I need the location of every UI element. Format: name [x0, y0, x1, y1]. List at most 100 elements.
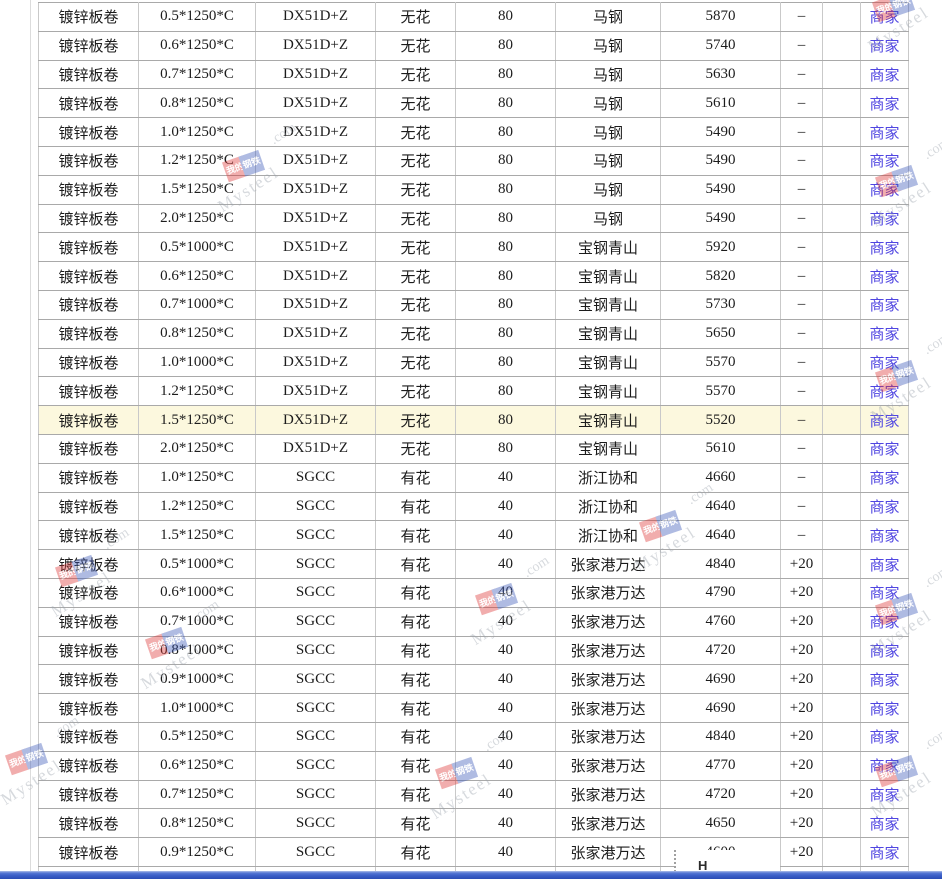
cell-spangle: 无花: [376, 319, 456, 348]
table-row: 镀锌板卷0.5*1000*CDX51D+Z无花80宝钢青山5920–商家: [39, 233, 909, 262]
cell-spangle: 有花: [376, 722, 456, 751]
cell-spec: 0.5*1250*C: [139, 3, 256, 32]
cell-price: 5820: [661, 262, 781, 291]
table-row: 镀锌板卷0.7*1250*CDX51D+Z无花80马钢5630–商家: [39, 60, 909, 89]
cell-product: 镀锌板卷: [39, 233, 139, 262]
cell-material: DX51D+Z: [256, 3, 376, 32]
cell-mill: 宝钢青山: [556, 233, 661, 262]
cell-product: 镀锌板卷: [39, 406, 139, 435]
cell-product: 镀锌板卷: [39, 348, 139, 377]
cell-change: –: [781, 262, 823, 291]
cell-price: 5870: [661, 3, 781, 32]
cell-price: 5630: [661, 60, 781, 89]
merchant-link[interactable]: 商家: [869, 615, 899, 631]
cell-product: 镀锌板卷: [39, 290, 139, 319]
merchant-link[interactable]: 商家: [869, 644, 899, 660]
merchant-cell: 商家: [861, 492, 909, 521]
cell-blank: [823, 722, 861, 751]
cell-spec: 1.5*1250*C: [139, 521, 256, 550]
cell-blank: [823, 665, 861, 694]
merchant-link[interactable]: 商家: [869, 558, 899, 574]
cell-spec: 0.6*1250*C: [139, 751, 256, 780]
merchant-link[interactable]: 商家: [869, 817, 899, 833]
table-row: 镀锌板卷1.0*1000*CSGCC有花40张家港万达4690+20商家: [39, 694, 909, 723]
cell-material: SGCC: [256, 521, 376, 550]
cell-spec: 2.0*1250*C: [139, 204, 256, 233]
cell-mill: 张家港万达: [556, 838, 661, 867]
cell-mill: 宝钢青山: [556, 377, 661, 406]
merchant-link[interactable]: 商家: [869, 730, 899, 746]
watermark-domain-text: .com: [921, 563, 942, 591]
cell-change: –: [781, 31, 823, 60]
merchant-link[interactable]: 商家: [869, 673, 899, 689]
merchant-link[interactable]: 商家: [869, 788, 899, 804]
cell-spec: 1.5*1250*C: [139, 406, 256, 435]
cell-spangle: 有花: [376, 578, 456, 607]
cell-material: SGCC: [256, 463, 376, 492]
merchant-cell: 商家: [861, 607, 909, 636]
merchant-link[interactable]: 商家: [869, 39, 899, 55]
cell-change: +20: [781, 578, 823, 607]
cell-blank: [823, 3, 861, 32]
cell-price: 5490: [661, 204, 781, 233]
cell-spangle: 有花: [376, 521, 456, 550]
cell-spangle: 无花: [376, 348, 456, 377]
merchant-link[interactable]: 商家: [869, 500, 899, 516]
merchant-link[interactable]: 商家: [869, 68, 899, 84]
merchant-cell: 商家: [861, 780, 909, 809]
cell-mill: 马钢: [556, 60, 661, 89]
cell-spec: 0.7*1000*C: [139, 607, 256, 636]
merchant-link[interactable]: 商家: [869, 298, 899, 314]
merchant-link[interactable]: 商家: [869, 702, 899, 718]
merchant-link[interactable]: 商家: [869, 183, 899, 199]
cell-material: DX51D+Z: [256, 89, 376, 118]
merchant-link[interactable]: 商家: [869, 154, 899, 170]
cell-blank: [823, 60, 861, 89]
cell-mill: 张家港万达: [556, 636, 661, 665]
cell-price: 4690: [661, 694, 781, 723]
merchant-link[interactable]: 商家: [869, 846, 899, 862]
cell-blank: [823, 377, 861, 406]
merchant-link[interactable]: 商家: [869, 212, 899, 228]
cell-product: 镀锌板卷: [39, 780, 139, 809]
merchant-link[interactable]: 商家: [869, 327, 899, 343]
cell-mill: 马钢: [556, 204, 661, 233]
merchant-link[interactable]: 商家: [869, 586, 899, 602]
merchant-cell: 商家: [861, 118, 909, 147]
table-row: 镀锌板卷1.0*1250*CDX51D+Z无花80马钢5490–商家: [39, 118, 909, 147]
cell-material: SGCC: [256, 809, 376, 838]
cell-blank: [823, 348, 861, 377]
cell-spec: 0.8*1000*C: [139, 636, 256, 665]
cell-spec: 1.5*1250*C: [139, 175, 256, 204]
cell-price: 5730: [661, 290, 781, 319]
cell-price: 5920: [661, 233, 781, 262]
merchant-cell: 商家: [861, 838, 909, 867]
cell-spec: 0.5*1000*C: [139, 233, 256, 262]
table-row: 镀锌板卷0.7*1000*CDX51D+Z无花80宝钢青山5730–商家: [39, 290, 909, 319]
merchant-link[interactable]: 商家: [869, 10, 899, 26]
table-row: 镀锌板卷0.9*1000*CSGCC有花40张家港万达4690+20商家: [39, 665, 909, 694]
cell-blank: [823, 31, 861, 60]
merchant-link[interactable]: 商家: [869, 241, 899, 257]
cell-product: 镀锌板卷: [39, 175, 139, 204]
cell-mill: 宝钢青山: [556, 406, 661, 435]
merchant-link[interactable]: 商家: [869, 126, 899, 142]
table-row: 镀锌板卷1.5*1250*CDX51D+Z无花80马钢5490–商家: [39, 175, 909, 204]
merchant-link[interactable]: 商家: [869, 759, 899, 775]
merchant-link[interactable]: 商家: [869, 442, 899, 458]
merchant-link[interactable]: 商家: [869, 385, 899, 401]
cell-price: 4760: [661, 607, 781, 636]
cell-spangle: 无花: [376, 118, 456, 147]
merchant-link[interactable]: 商家: [869, 471, 899, 487]
cell-product: 镀锌板卷: [39, 607, 139, 636]
cell-change: –: [781, 521, 823, 550]
merchant-link[interactable]: 商家: [869, 356, 899, 372]
cell-zinc-weight: 80: [456, 348, 556, 377]
merchant-link[interactable]: 商家: [869, 97, 899, 113]
cell-price: 5490: [661, 146, 781, 175]
merchant-link[interactable]: 商家: [869, 414, 899, 430]
merchant-link[interactable]: 商家: [869, 270, 899, 286]
merchant-link[interactable]: 商家: [869, 529, 899, 545]
merchant-cell: 商家: [861, 463, 909, 492]
cell-mill: 张家港万达: [556, 751, 661, 780]
